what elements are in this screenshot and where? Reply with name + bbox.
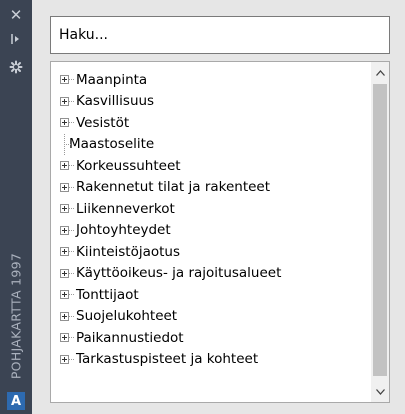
tree-item[interactable]: Kasvillisuus (57, 91, 367, 113)
palette-content: Maanpinta Kasvillisuus Vesistöt Maastoselit… (32, 0, 405, 414)
search-input[interactable] (50, 16, 390, 54)
tree-connector (69, 315, 74, 317)
expand-icon[interactable] (60, 161, 69, 171)
tree-connector (69, 251, 74, 253)
tree-item-label: Suojelukohteet (76, 308, 178, 325)
tree-item-label: Tarkastuspisteet ja kohteet (76, 351, 259, 368)
tree-item[interactable]: Vesistöt (57, 112, 367, 134)
tree-connector (69, 294, 74, 296)
tree-connector (69, 165, 74, 167)
tree-item[interactable]: Maanpinta (57, 69, 367, 91)
tree-connector (60, 133, 71, 155)
layer-tree: Maanpinta Kasvillisuus Vesistöt Maastoselit… (50, 61, 390, 403)
tree-item[interactable]: Paikannustiedot (57, 327, 367, 349)
palette-title: POHJAKARTTA 1997 (8, 252, 24, 379)
expand-icon[interactable] (60, 182, 69, 192)
tree-item-label: Liikenneverkot (76, 200, 175, 217)
expand-icon[interactable] (60, 311, 69, 321)
tree-item-label: Korkeussuhteet (76, 157, 181, 174)
scroll-down-icon[interactable] (371, 383, 389, 400)
expand-icon[interactable] (60, 75, 69, 85)
tree-connector (69, 358, 74, 360)
tree-item-label: Paikannustiedot (76, 329, 184, 346)
tree-list: Maanpinta Kasvillisuus Vesistöt Maastoselit… (57, 69, 367, 370)
expand-icon[interactable] (60, 96, 69, 106)
tree-item[interactable]: Johtoyhteydet (57, 220, 367, 242)
expand-icon[interactable] (60, 225, 69, 235)
tree-item[interactable]: Kiinteistöjaotus (57, 241, 367, 263)
tree-item[interactable]: Maastoselite (57, 133, 367, 156)
expand-icon[interactable] (60, 354, 69, 364)
expand-icon[interactable] (60, 204, 69, 214)
palette-title-bar: ✕ POHJAKARTTA 1997 A (0, 0, 32, 414)
tree-item-label: Maastoselite (69, 136, 155, 153)
expand-icon[interactable] (60, 290, 69, 300)
tree-connector (69, 229, 74, 231)
tree-item-label: Vesistöt (76, 114, 130, 131)
tree-connector (69, 79, 74, 81)
autodesk-logo-icon: A (7, 392, 25, 410)
tree-item-label: Kasvillisuus (76, 93, 155, 110)
tree-item[interactable]: Tonttijaot (57, 284, 367, 306)
tree-item-label: Käyttöoikeus- ja rajoitusalueet (76, 265, 282, 282)
tree-connector (69, 100, 74, 102)
properties-icon[interactable] (0, 56, 32, 78)
tree-item[interactable]: Käyttöoikeus- ja rajoitusalueet (57, 263, 367, 285)
tree-item-label: Tonttijaot (76, 286, 139, 303)
tree-item[interactable]: Tarkastuspisteet ja kohteet (57, 349, 367, 371)
expand-icon[interactable] (60, 268, 69, 278)
expand-icon[interactable] (60, 247, 69, 257)
tree-item-label: Maanpinta (76, 71, 148, 88)
tree-item-label: Kiinteistöjaotus (76, 243, 181, 260)
tree-connector (69, 122, 74, 124)
tree-item[interactable]: Rakennetut tilat ja rakenteet (57, 177, 367, 199)
tree-item[interactable]: Suojelukohteet (57, 306, 367, 328)
expand-icon[interactable] (60, 333, 69, 343)
scrollbar-thumb[interactable] (373, 84, 387, 376)
tree-item[interactable]: Korkeussuhteet (57, 155, 367, 177)
tree-connector (69, 337, 74, 339)
expand-icon[interactable] (60, 118, 69, 128)
tree-connector (69, 208, 74, 210)
tree-item-label: Rakennetut tilat ja rakenteet (76, 179, 271, 196)
scrollbar[interactable] (371, 62, 389, 402)
scroll-up-icon[interactable] (371, 64, 389, 81)
tree-item[interactable]: Liikenneverkot (57, 198, 367, 220)
tree-connector (69, 272, 74, 274)
tree-item-label: Johtoyhteydet (76, 222, 171, 239)
close-icon[interactable]: ✕ (0, 4, 32, 26)
tree-connector (69, 186, 74, 188)
autohide-icon[interactable] (0, 28, 32, 50)
